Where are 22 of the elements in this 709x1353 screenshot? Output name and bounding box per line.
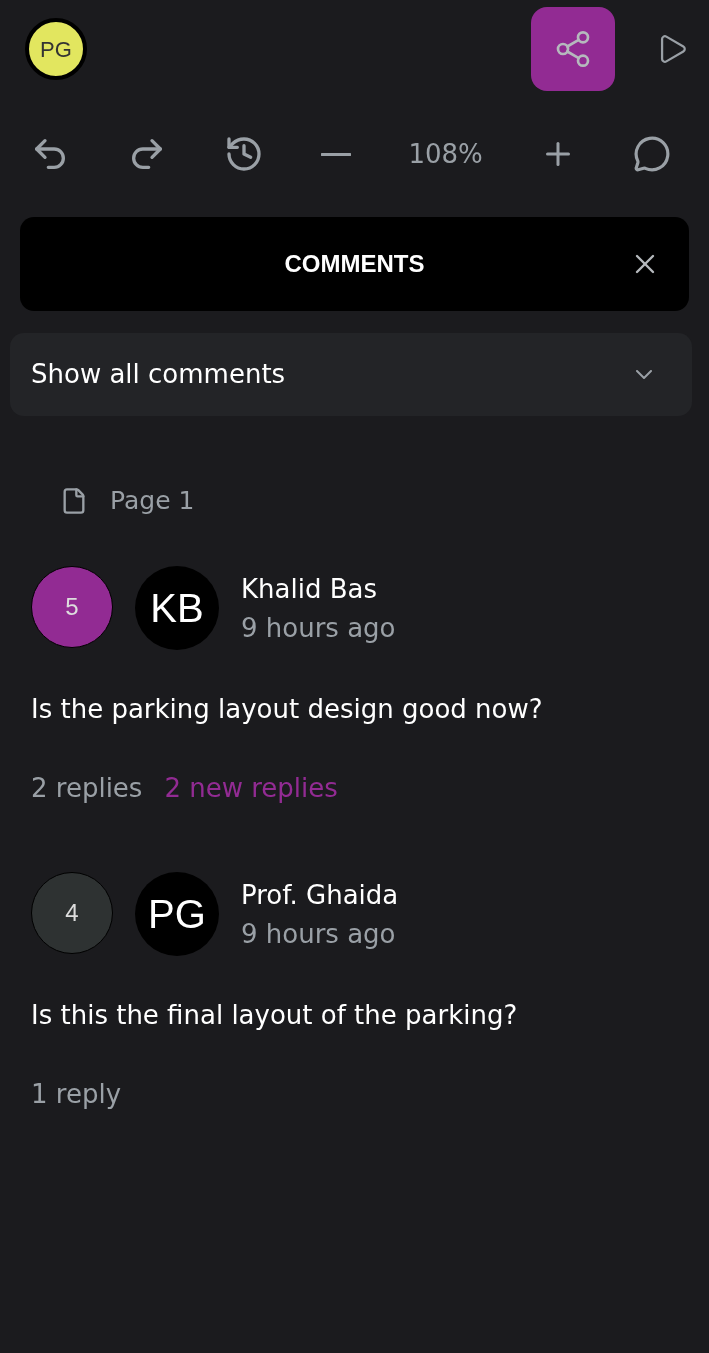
panel-title: COMMENTS <box>284 249 425 279</box>
share-button[interactable] <box>531 7 615 91</box>
comment-text: Is this the final layout of the parking? <box>31 998 519 1032</box>
zoom-out-button[interactable] <box>321 152 352 156</box>
user-avatar[interactable]: PG <box>25 18 87 80</box>
replies-link[interactable]: 1 reply <box>31 1074 122 1114</box>
author-name: Prof. Ghaida <box>241 878 399 912</box>
author-avatar: KB <box>135 565 219 650</box>
zoom-level: 108% <box>408 137 483 171</box>
comment-time: 9 hours ago <box>241 917 397 951</box>
comment-text: Is the parking layout design good now? <box>31 692 544 726</box>
comment-time: 9 hours ago <box>241 611 396 645</box>
filter-dropdown[interactable]: Show all comments <box>10 333 692 416</box>
comment-number: 4 <box>31 871 113 954</box>
author-avatar: PG <box>135 871 219 956</box>
comment-button[interactable] <box>633 135 671 173</box>
author-name: Khalid Bas <box>241 572 378 606</box>
page-label: Page 1 <box>110 485 195 517</box>
minus-icon <box>321 152 352 156</box>
replies-link[interactable]: 2 replies <box>31 768 143 808</box>
comment-number: 5 <box>31 565 113 648</box>
chevron-down-icon <box>636 370 652 379</box>
